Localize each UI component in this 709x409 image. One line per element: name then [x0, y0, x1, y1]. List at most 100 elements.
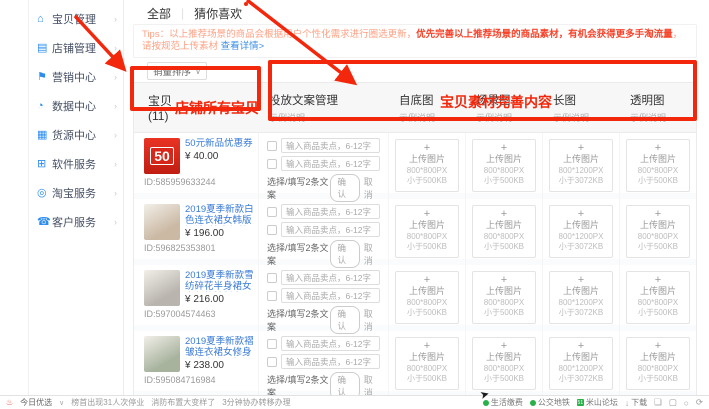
sidebar-item-淘宝服务[interactable]: ◎淘宝服务›: [29, 178, 123, 207]
upload-image-button[interactable]: +上传图片800*800PX小于500KB: [626, 205, 690, 258]
checkbox[interactable]: [267, 357, 277, 367]
selling-point-input[interactable]: 输入商品卖点，6-12字: [281, 288, 380, 303]
toolbar-icon-2[interactable]: ○: [684, 398, 689, 408]
selling-point-input[interactable]: 输入商品卖点，6-12字: [281, 336, 380, 351]
toolbar-icon-1[interactable]: ▢: [669, 397, 677, 408]
bottom-bar-item-label: 公交地铁: [538, 397, 570, 408]
product-id: ID:597004574463: [144, 309, 254, 319]
product-title-link[interactable]: 2019夏季新款雪纺碎花半身裙女中长款韩版白: [185, 270, 254, 292]
product-thumbnail[interactable]: [144, 204, 180, 240]
upload-image-button[interactable]: +上传图片800*1200PX小于3072KB: [549, 139, 613, 192]
tab-all[interactable]: 全部: [147, 5, 171, 22]
sort-dropdown[interactable]: 销量排序 ∨: [147, 62, 207, 80]
confirm-button[interactable]: 确认: [330, 306, 359, 334]
toolbar-icon-0[interactable]: ❏: [654, 397, 662, 408]
chevron-down-icon[interactable]: ∨: [59, 399, 64, 407]
sidebar-item-店铺管理[interactable]: ▤店铺管理›: [29, 33, 123, 62]
bottom-bar-item-米山论坛[interactable]: 51米山论坛: [577, 397, 618, 408]
product-price: ¥ 238.00: [185, 360, 254, 371]
upload-image-button[interactable]: +上传图片800*800PX小于500KB: [472, 271, 536, 324]
sidebar-item-软件服务[interactable]: ⊞软件服务›: [29, 149, 123, 178]
bottom-bar-item-生活缴费[interactable]: 生活缴费: [483, 397, 523, 408]
chevron-right-icon: ›: [114, 43, 117, 53]
sidebar-item-数据中心[interactable]: ◔数据中心›: [29, 91, 123, 120]
bottom-bar-right: 生活缴费 公交地铁 51米山论坛 ↓下载 ❏ ▢ ○ ⟳: [483, 397, 703, 408]
sidebar-item-label: 营销中心: [52, 69, 114, 85]
sidebar-item-label: 软件服务: [52, 156, 114, 172]
column-sub-label[interactable]: 示例说明: [630, 111, 696, 124]
checkbox[interactable]: [267, 207, 277, 217]
upload-image-button[interactable]: +上传图片800*800PX小于500KB: [472, 337, 536, 390]
upload-image-button[interactable]: +上传图片800*1200PX小于3072KB: [549, 205, 613, 258]
sidebar-item-宝贝管理[interactable]: ⌂宝贝管理›: [29, 4, 123, 33]
chevron-right-icon: ›: [114, 130, 117, 140]
selling-point-input[interactable]: 输入商品卖点，6-12字: [281, 138, 380, 153]
confirm-button[interactable]: 确认: [330, 174, 359, 202]
upload-image-button[interactable]: +上传图片800*800PX小于500KB: [472, 139, 536, 192]
upload-image-button[interactable]: +上传图片800*800PX小于500KB: [395, 337, 459, 390]
upload-image-button[interactable]: +上传图片800*1200PX小于3072KB: [549, 337, 613, 390]
product-title-link[interactable]: 2019夏季新款褶皱连衣裙女修身显瘦小众网红: [185, 336, 254, 358]
upload-label: 上传图片: [473, 154, 535, 165]
selling-point-input[interactable]: 输入商品卖点，6-12字: [281, 204, 380, 219]
chevron-right-icon: ›: [114, 217, 117, 227]
upload-image-button[interactable]: +上传图片800*800PX小于500KB: [472, 205, 536, 258]
sidebar-item-客户服务[interactable]: ☎客户服务›: [29, 207, 123, 236]
cancel-button[interactable]: 取消: [364, 241, 380, 267]
plus-icon: +: [396, 209, 458, 220]
upload-image-button[interactable]: +上传图片800*800PX小于500KB: [395, 271, 459, 324]
product-title-link[interactable]: 50元新品优惠券: [185, 138, 253, 149]
upload-image-button[interactable]: +上传图片800*1200PX小于3072KB: [549, 271, 613, 324]
sidebar-item-营销中心[interactable]: ⚑营销中心›: [29, 62, 123, 91]
toolbar-icon-3[interactable]: ⟳: [696, 397, 703, 408]
bottom-bar-text[interactable]: 消防布置大变样了: [151, 397, 215, 408]
table-header: 宝贝(11) 店铺所有宝贝 投放文案管理示例说明自底图示例说明场景图示例说明长图…: [134, 83, 696, 133]
upload-image-button[interactable]: +上传图片800*800PX小于500KB: [395, 139, 459, 192]
bottom-bar-text[interactable]: 榜首出现31人次停业: [71, 397, 144, 408]
product-thumbnail[interactable]: [144, 336, 180, 372]
selling-point-input[interactable]: 输入商品卖点，6-12字: [281, 270, 380, 285]
tab-guess-you-like[interactable]: 猜你喜欢: [194, 5, 242, 22]
product-count-label: 宝贝(11): [148, 92, 173, 123]
column-label: 自底图: [399, 92, 466, 108]
checkbox[interactable]: [267, 159, 277, 169]
checkbox[interactable]: [267, 225, 277, 235]
selling-point-input[interactable]: 输入商品卖点，6-12字: [281, 354, 380, 369]
sidebar-item-货源中心[interactable]: ▦货源中心›: [29, 120, 123, 149]
upload-cell: +上传图片800*800PX小于500KB: [620, 265, 696, 334]
column-sub-label[interactable]: 示例说明: [399, 111, 466, 124]
confirm-button[interactable]: 确认: [330, 240, 359, 268]
checkbox[interactable]: [267, 291, 277, 301]
bottom-bar-item-公交地铁[interactable]: 公交地铁: [530, 397, 570, 408]
product-thumbnail[interactable]: [144, 270, 180, 306]
plus-icon: +: [550, 209, 612, 220]
checkbox[interactable]: [267, 339, 277, 349]
bottom-hot-label[interactable]: 今日优选: [20, 397, 52, 408]
cancel-button[interactable]: 取消: [364, 175, 380, 201]
column-sub-label[interactable]: 示例说明: [553, 111, 620, 124]
selling-point-input[interactable]: 输入商品卖点，6-12字: [281, 156, 380, 171]
product-price: ¥ 196.00: [185, 228, 254, 239]
checkbox[interactable]: [267, 141, 277, 151]
product-thumbnail[interactable]: 50: [144, 138, 180, 174]
checkbox[interactable]: [267, 273, 277, 283]
product-title-link[interactable]: 2019夏季新款白色连衣裙女韩版短袖T恤中长款: [185, 204, 254, 226]
upload-image-button[interactable]: +上传图片800*800PX小于500KB: [626, 271, 690, 324]
upload-spec: 800*1200PX小于3072KB: [550, 232, 612, 251]
tips-detail-link[interactable]: 查看详情>: [221, 41, 265, 52]
copy-input-line: 输入商品卖点，6-12字: [267, 288, 380, 303]
selling-point-input[interactable]: 输入商品卖点，6-12字: [281, 222, 380, 237]
column-sub-label[interactable]: 示例说明: [476, 111, 543, 124]
column-sub-label[interactable]: 示例说明: [269, 111, 389, 124]
upload-label: 上传图片: [473, 286, 535, 297]
shop-icon: ▤: [37, 41, 52, 54]
upload-image-button[interactable]: +上传图片800*800PX小于500KB: [626, 139, 690, 192]
download-button[interactable]: ↓下载: [625, 397, 647, 408]
upload-cell: +上传图片800*800PX小于500KB: [466, 133, 543, 202]
bottom-bar-text[interactable]: 3分钟协办转移办理: [222, 397, 290, 408]
upload-image-button[interactable]: +上传图片800*800PX小于500KB: [626, 337, 690, 390]
upload-image-button[interactable]: +上传图片800*800PX小于500KB: [395, 205, 459, 258]
upload-spec: 800*800PX小于500KB: [627, 364, 689, 383]
upload-cell: +上传图片800*800PX小于500KB: [620, 199, 696, 268]
cancel-button[interactable]: 取消: [364, 307, 380, 333]
